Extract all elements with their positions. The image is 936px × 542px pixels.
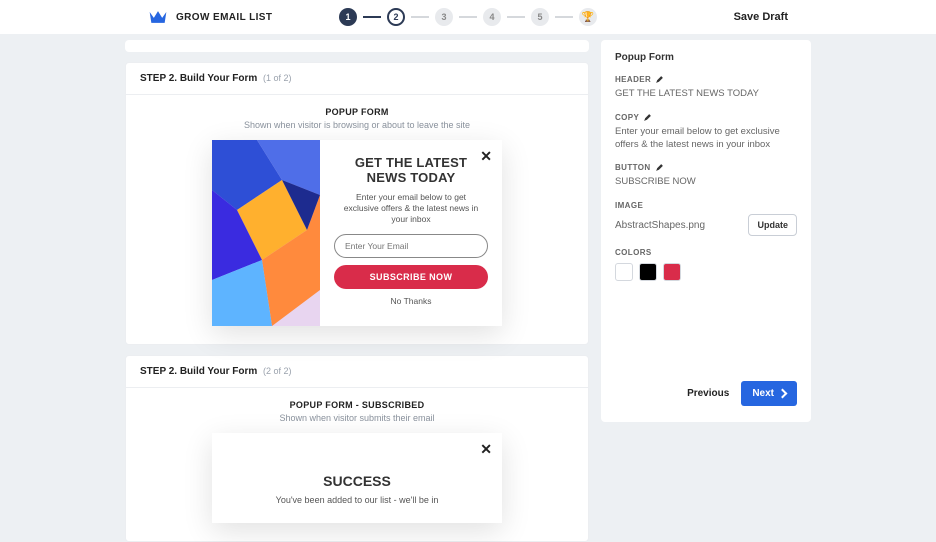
- step-heading: STEP 2. Build Your Form: [140, 73, 257, 84]
- color-swatches: [615, 263, 797, 281]
- chevron-right-icon: [778, 389, 788, 399]
- label-text: HEADER: [615, 75, 651, 84]
- form-desc: Shown when visitor is browsing or about …: [144, 120, 570, 130]
- step-connector: [363, 16, 381, 18]
- form-desc: Shown when visitor submits their email: [144, 413, 570, 423]
- right-column: Popup Form HEADER GET THE LATEST NEWS TO…: [601, 40, 811, 542]
- button-value: SUBSCRIBE NOW: [615, 176, 797, 189]
- panel-title: Popup Form: [615, 52, 797, 63]
- step-connector: [459, 16, 477, 18]
- success-body: You've been added to our list - we'll be…: [252, 495, 462, 505]
- copy-field-label[interactable]: COPY: [615, 113, 797, 122]
- step-count: (2 of 2): [263, 366, 292, 376]
- pencil-icon: [643, 113, 652, 122]
- content-area: STEP 2. Build Your Form (1 of 2) POPUP F…: [0, 34, 936, 542]
- step-count: (1 of 2): [263, 73, 292, 83]
- pencil-icon: [655, 163, 664, 172]
- color-swatch-white[interactable]: [615, 263, 633, 281]
- step-4[interactable]: 4: [483, 8, 501, 26]
- previous-button[interactable]: Previous: [687, 388, 729, 399]
- form-card-2: STEP 2. Build Your Form (2 of 2) POPUP F…: [125, 355, 589, 542]
- copy-value: Enter your email below to get exclusive …: [615, 126, 797, 152]
- step-heading: STEP 2. Build Your Form: [140, 366, 257, 377]
- image-filename: AbstractShapes.png: [615, 220, 705, 231]
- popup-preview: ✕ GET THE LATEST NEWS TODAY Enter your e…: [212, 140, 502, 326]
- editor-panel: Popup Form HEADER GET THE LATEST NEWS TO…: [601, 40, 811, 422]
- success-preview: ✕ SUCCESS You've been added to our list …: [212, 433, 502, 523]
- popup-content: ✕ GET THE LATEST NEWS TODAY Enter your e…: [320, 140, 502, 326]
- abstract-shapes-icon: [212, 140, 320, 326]
- crown-icon: [148, 9, 168, 25]
- image-field-label: IMAGE: [615, 201, 797, 210]
- stub-card: [125, 40, 589, 52]
- form-card-1: STEP 2. Build Your Form (1 of 2) POPUP F…: [125, 62, 589, 345]
- card-body: POPUP FORM - SUBSCRIBED Shown when visit…: [126, 388, 588, 541]
- subscribe-button[interactable]: SUBSCRIBE NOW: [334, 265, 488, 289]
- save-draft-button[interactable]: Save Draft: [734, 11, 788, 23]
- step-3[interactable]: 3: [435, 8, 453, 26]
- header-field-label[interactable]: HEADER: [615, 75, 797, 84]
- step-5[interactable]: 5: [531, 8, 549, 26]
- close-icon[interactable]: ✕: [480, 148, 492, 165]
- popup-image: [212, 140, 320, 326]
- step-connector: [555, 16, 573, 18]
- update-image-button[interactable]: Update: [748, 214, 797, 236]
- card-body: POPUP FORM Shown when visitor is browsin…: [126, 95, 588, 344]
- card-header: STEP 2. Build Your Form (2 of 2): [126, 356, 588, 388]
- next-button[interactable]: Next: [741, 381, 797, 406]
- image-row: AbstractShapes.png Update: [615, 214, 797, 236]
- popup-title: GET THE LATEST NEWS TODAY: [334, 156, 488, 186]
- button-field-label[interactable]: BUTTON: [615, 163, 797, 172]
- trophy-icon: 🏆: [579, 8, 597, 26]
- no-thanks-link[interactable]: No Thanks: [334, 296, 488, 306]
- popup-copy: Enter your email below to get exclusive …: [334, 192, 488, 225]
- form-title: POPUP FORM: [144, 107, 570, 117]
- label-text: BUTTON: [615, 163, 651, 172]
- card-header: STEP 2. Build Your Form (1 of 2): [126, 63, 588, 95]
- step-2[interactable]: 2: [387, 8, 405, 26]
- header-value: GET THE LATEST NEWS TODAY: [615, 88, 797, 101]
- pencil-icon: [655, 75, 664, 84]
- label-text: COPY: [615, 113, 639, 122]
- color-swatch-black[interactable]: [639, 263, 657, 281]
- wizard-stepper: 1 2 3 4 5 🏆: [339, 8, 597, 26]
- brand-title: GROW EMAIL LIST: [176, 12, 272, 23]
- label-text: COLORS: [615, 248, 652, 257]
- colors-field-label: COLORS: [615, 248, 797, 257]
- wizard-nav: Previous Next: [615, 381, 797, 410]
- step-connector: [507, 16, 525, 18]
- step-connector: [411, 16, 429, 18]
- left-column: STEP 2. Build Your Form (1 of 2) POPUP F…: [125, 40, 589, 542]
- form-title: POPUP FORM - SUBSCRIBED: [144, 400, 570, 410]
- label-text: IMAGE: [615, 201, 643, 210]
- next-label: Next: [752, 388, 774, 399]
- success-title: SUCCESS: [252, 473, 462, 489]
- brand: GROW EMAIL LIST: [148, 9, 272, 25]
- topbar: GROW EMAIL LIST 1 2 3 4 5 🏆 Save Draft: [0, 0, 936, 34]
- close-icon[interactable]: ✕: [480, 441, 492, 458]
- email-input[interactable]: [334, 234, 488, 258]
- color-swatch-red[interactable]: [663, 263, 681, 281]
- step-1[interactable]: 1: [339, 8, 357, 26]
